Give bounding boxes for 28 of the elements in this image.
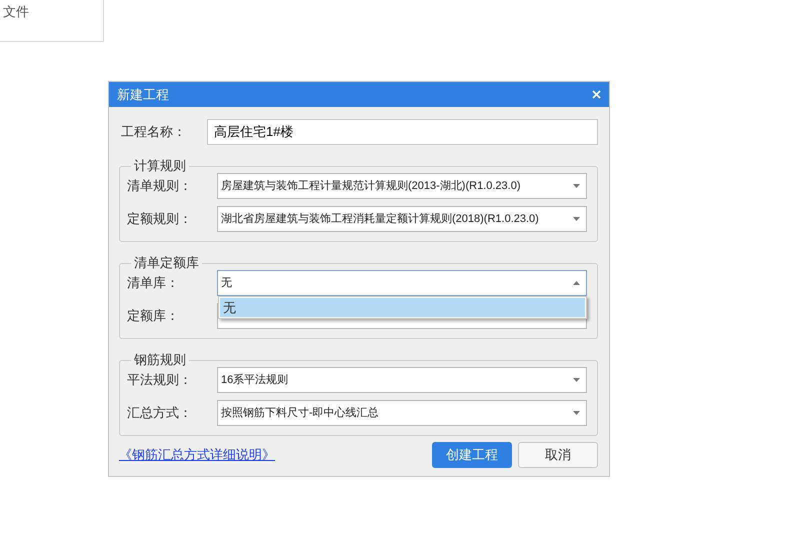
window-title: 新建工程 xyxy=(117,86,169,104)
dropdown-select[interactable]: 按照钢筋下料尺寸-即中心线汇总 xyxy=(217,400,587,426)
field-label: 平法规则： xyxy=(127,371,193,390)
group-title: 清单定额库 xyxy=(133,256,200,270)
field-label: 清单库： xyxy=(127,274,180,292)
caret-icon xyxy=(573,378,580,382)
dropdown-select[interactable]: 房屋建筑与装饰工程计量规范计算规则(2013-湖北)(R1.0.23.0) xyxy=(217,173,587,199)
cancel-button[interactable]: 取消 xyxy=(518,442,598,468)
field-label: 工程名称： xyxy=(120,123,187,142)
field-label: 清单规则： xyxy=(127,177,193,196)
caret-icon xyxy=(573,217,580,221)
panel-text: 文件 xyxy=(3,4,29,19)
group-title: 钢筋规则 xyxy=(133,353,187,367)
caret-icon xyxy=(573,411,580,415)
field-label: 定额库： xyxy=(127,307,180,326)
project-name-field[interactable]: 高层住宅1#楼 xyxy=(207,119,598,145)
dropdown-select[interactable]: 16系平法规则 xyxy=(217,367,587,393)
field-label: 定额规则： xyxy=(127,210,193,228)
field-label: 汇总方式： xyxy=(127,404,193,422)
caret-icon xyxy=(573,184,580,188)
close-icon[interactable] xyxy=(592,90,601,99)
help-link[interactable]: 《钢筋汇总方式详细说明》 xyxy=(119,445,275,465)
dropdown-select[interactable]: 无 xyxy=(217,270,587,296)
caret-icon xyxy=(573,281,580,285)
dropdown-option[interactable]: 无 xyxy=(220,298,585,317)
group-title: 计算规则 xyxy=(133,159,187,173)
dropdown-select[interactable]: 湖北省房屋建筑与装饰工程消耗量定额计算规则(2018)(R1.0.23.0) xyxy=(217,206,587,232)
create-button[interactable]: 创建工程 xyxy=(432,442,512,468)
